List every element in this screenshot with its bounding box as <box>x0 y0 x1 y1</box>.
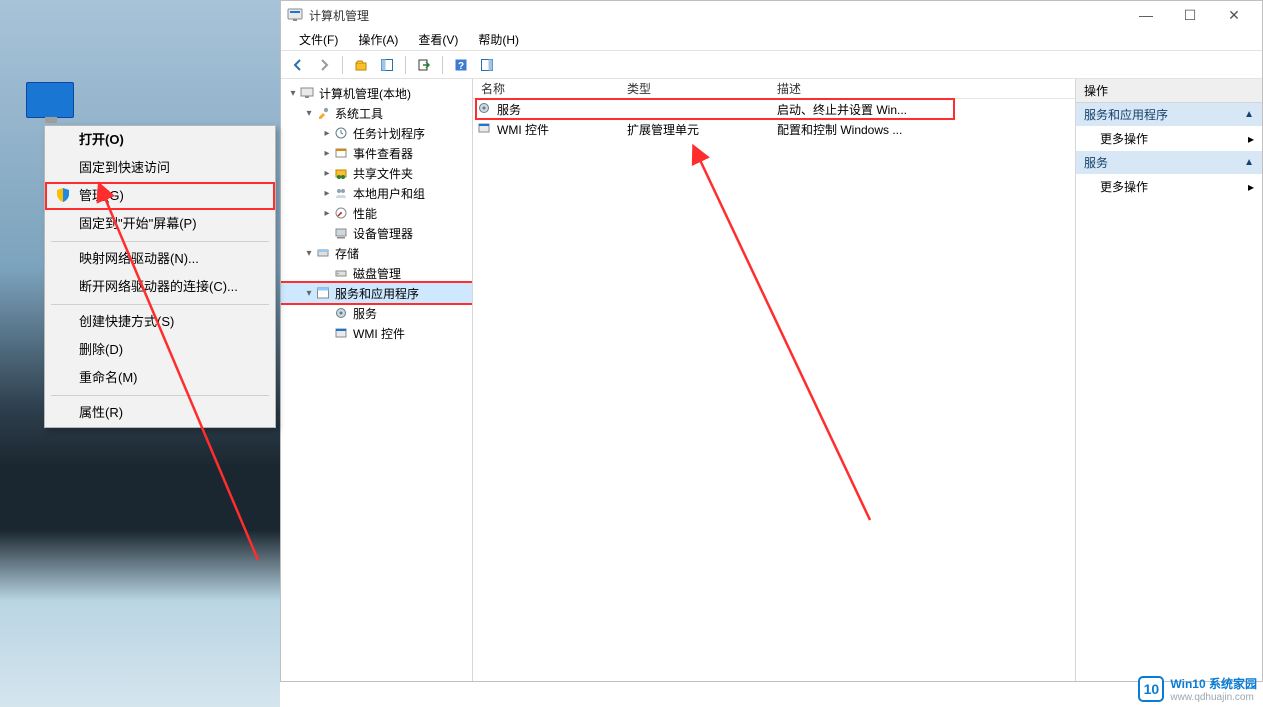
tree-disk-management[interactable]: 磁盘管理 <box>281 263 472 283</box>
app-icon <box>287 7 303 23</box>
tree-pane[interactable]: ▾ 计算机管理(本地) ▾ 系统工具 ▸ 任务计划程序 ▸ 事件查看器 ▸ <box>281 79 473 681</box>
list-pane: 名称 类型 描述 服务 启动、终止并设置 Win... <box>473 79 1076 681</box>
gear-icon <box>477 101 493 117</box>
computer-management-window: 计算机管理 — ☐ ✕ 文件(F) 操作(A) 查看(V) 帮助(H) ? ▾ … <box>280 0 1263 682</box>
tree-event-viewer[interactable]: ▸ 事件查看器 <box>281 143 472 163</box>
menubar: 文件(F) 操作(A) 查看(V) 帮助(H) <box>281 29 1262 51</box>
tools-icon <box>315 105 331 121</box>
show-hide-action-pane-button[interactable] <box>476 54 498 76</box>
tree-storage[interactable]: ▾ 存储 <box>281 243 472 263</box>
list-row-services[interactable]: 服务 启动、终止并设置 Win... <box>473 99 1075 119</box>
back-button[interactable] <box>287 54 309 76</box>
tree-services-and-applications[interactable]: ▾ 服务和应用程序 <box>281 283 472 303</box>
ctx-disconnect-network-drive[interactable]: 断开网络驱动器的连接(C)... <box>45 273 275 301</box>
expand-icon[interactable]: ▸ <box>321 148 333 159</box>
chevron-up-icon: ▲ <box>1244 157 1254 168</box>
disk-icon <box>333 265 349 281</box>
ctx-manage[interactable]: 管理(G) <box>45 182 275 210</box>
chevron-right-icon: ▸ <box>1248 180 1254 194</box>
expand-icon[interactable]: ▸ <box>321 188 333 199</box>
tree-services[interactable]: 服务 <box>281 303 472 323</box>
forward-button[interactable] <box>313 54 335 76</box>
ctx-map-network-drive[interactable]: 映射网络驱动器(N)... <box>45 245 275 273</box>
ctx-pin-quick-access[interactable]: 固定到快速访问 <box>45 154 275 182</box>
close-button[interactable]: ✕ <box>1212 3 1256 27</box>
tree-wmi-control[interactable]: WMI 控件 <box>281 323 472 343</box>
watermark-badge: 10 <box>1138 676 1164 702</box>
gear-icon <box>333 305 349 321</box>
chevron-up-icon: ▲ <box>1244 109 1254 120</box>
tree-performance[interactable]: ▸ 性能 <box>281 203 472 223</box>
expand-icon[interactable]: ▸ <box>321 128 333 139</box>
context-menu: 打开(O) 固定到快速访问 管理(G) 固定到"开始"屏幕(P) 映射网络驱动器… <box>44 125 276 428</box>
col-type[interactable]: 类型 <box>627 80 777 97</box>
show-hide-tree-button[interactable] <box>376 54 398 76</box>
list-header[interactable]: 名称 类型 描述 <box>473 79 1075 99</box>
watermark: 10 Win10 系统家园 www.qdhuajin.com <box>1138 675 1257 703</box>
ctx-separator <box>51 304 269 305</box>
storage-icon <box>315 245 331 261</box>
titlebar[interactable]: 计算机管理 — ☐ ✕ <box>281 1 1262 29</box>
expand-icon[interactable]: ▾ <box>303 108 315 119</box>
ctx-separator <box>51 395 269 396</box>
event-icon <box>333 145 349 161</box>
ctx-pin-start[interactable]: 固定到"开始"屏幕(P) <box>45 210 275 238</box>
wmi-icon <box>333 325 349 341</box>
maximize-button[interactable]: ☐ <box>1168 3 1212 27</box>
up-button[interactable] <box>350 54 372 76</box>
actions-more-1[interactable]: 更多操作 ▸ <box>1076 126 1262 151</box>
menu-help[interactable]: 帮助(H) <box>468 29 529 50</box>
window-title: 计算机管理 <box>309 7 369 24</box>
export-button[interactable] <box>413 54 435 76</box>
clock-icon <box>333 125 349 141</box>
shared-folder-icon <box>333 165 349 181</box>
menu-action[interactable]: 操作(A) <box>348 29 408 50</box>
tree-device-manager[interactable]: 设备管理器 <box>281 223 472 243</box>
actions-more-2[interactable]: 更多操作 ▸ <box>1076 174 1262 199</box>
services-apps-icon <box>315 285 331 301</box>
ctx-create-shortcut[interactable]: 创建快捷方式(S) <box>45 308 275 336</box>
list-row-wmi[interactable]: WMI 控件 扩展管理单元 配置和控制 Windows ... <box>473 119 1075 139</box>
users-icon <box>333 185 349 201</box>
watermark-title: Win10 系统家园 <box>1170 675 1257 692</box>
col-desc[interactable]: 描述 <box>777 80 1075 97</box>
ctx-open[interactable]: 打开(O) <box>45 126 275 154</box>
expand-icon[interactable]: ▾ <box>287 88 299 99</box>
tree-root[interactable]: ▾ 计算机管理(本地) <box>281 83 472 103</box>
computer-icon <box>26 82 74 118</box>
menu-file[interactable]: 文件(F) <box>289 29 348 50</box>
toolbar: ? <box>281 51 1262 79</box>
tree-shared-folders[interactable]: ▸ 共享文件夹 <box>281 163 472 183</box>
svg-text:?: ? <box>458 61 464 72</box>
col-name[interactable]: 名称 <box>477 80 627 97</box>
menu-view[interactable]: 查看(V) <box>408 29 468 50</box>
device-icon <box>333 225 349 241</box>
ctx-rename[interactable]: 重命名(M) <box>45 364 275 392</box>
performance-icon <box>333 205 349 221</box>
tree-system-tools[interactable]: ▾ 系统工具 <box>281 103 472 123</box>
expand-icon[interactable]: ▾ <box>303 248 315 259</box>
ctx-delete[interactable]: 删除(D) <box>45 336 275 364</box>
tree-task-scheduler[interactable]: ▸ 任务计划程序 <box>281 123 472 143</box>
expand-icon[interactable]: ▸ <box>321 208 333 219</box>
minimize-button[interactable]: — <box>1124 3 1168 27</box>
ctx-separator <box>51 241 269 242</box>
expand-icon[interactable]: ▾ <box>303 288 315 299</box>
actions-pane: 操作 服务和应用程序 ▲ 更多操作 ▸ 服务 ▲ 更多操作 ▸ <box>1076 79 1262 681</box>
ctx-properties[interactable]: 属性(R) <box>45 399 275 427</box>
actions-section-services[interactable]: 服务 ▲ <box>1076 151 1262 174</box>
tree-local-users-groups[interactable]: ▸ 本地用户和组 <box>281 183 472 203</box>
expand-icon[interactable]: ▸ <box>321 168 333 179</box>
chevron-right-icon: ▸ <box>1248 132 1254 146</box>
actions-section-services-apps[interactable]: 服务和应用程序 ▲ <box>1076 103 1262 126</box>
computer-icon <box>299 85 315 101</box>
actions-title: 操作 <box>1076 79 1262 103</box>
wmi-icon <box>477 121 493 137</box>
watermark-url: www.qdhuajin.com <box>1170 692 1257 703</box>
shield-icon <box>55 187 71 203</box>
help-button[interactable]: ? <box>450 54 472 76</box>
